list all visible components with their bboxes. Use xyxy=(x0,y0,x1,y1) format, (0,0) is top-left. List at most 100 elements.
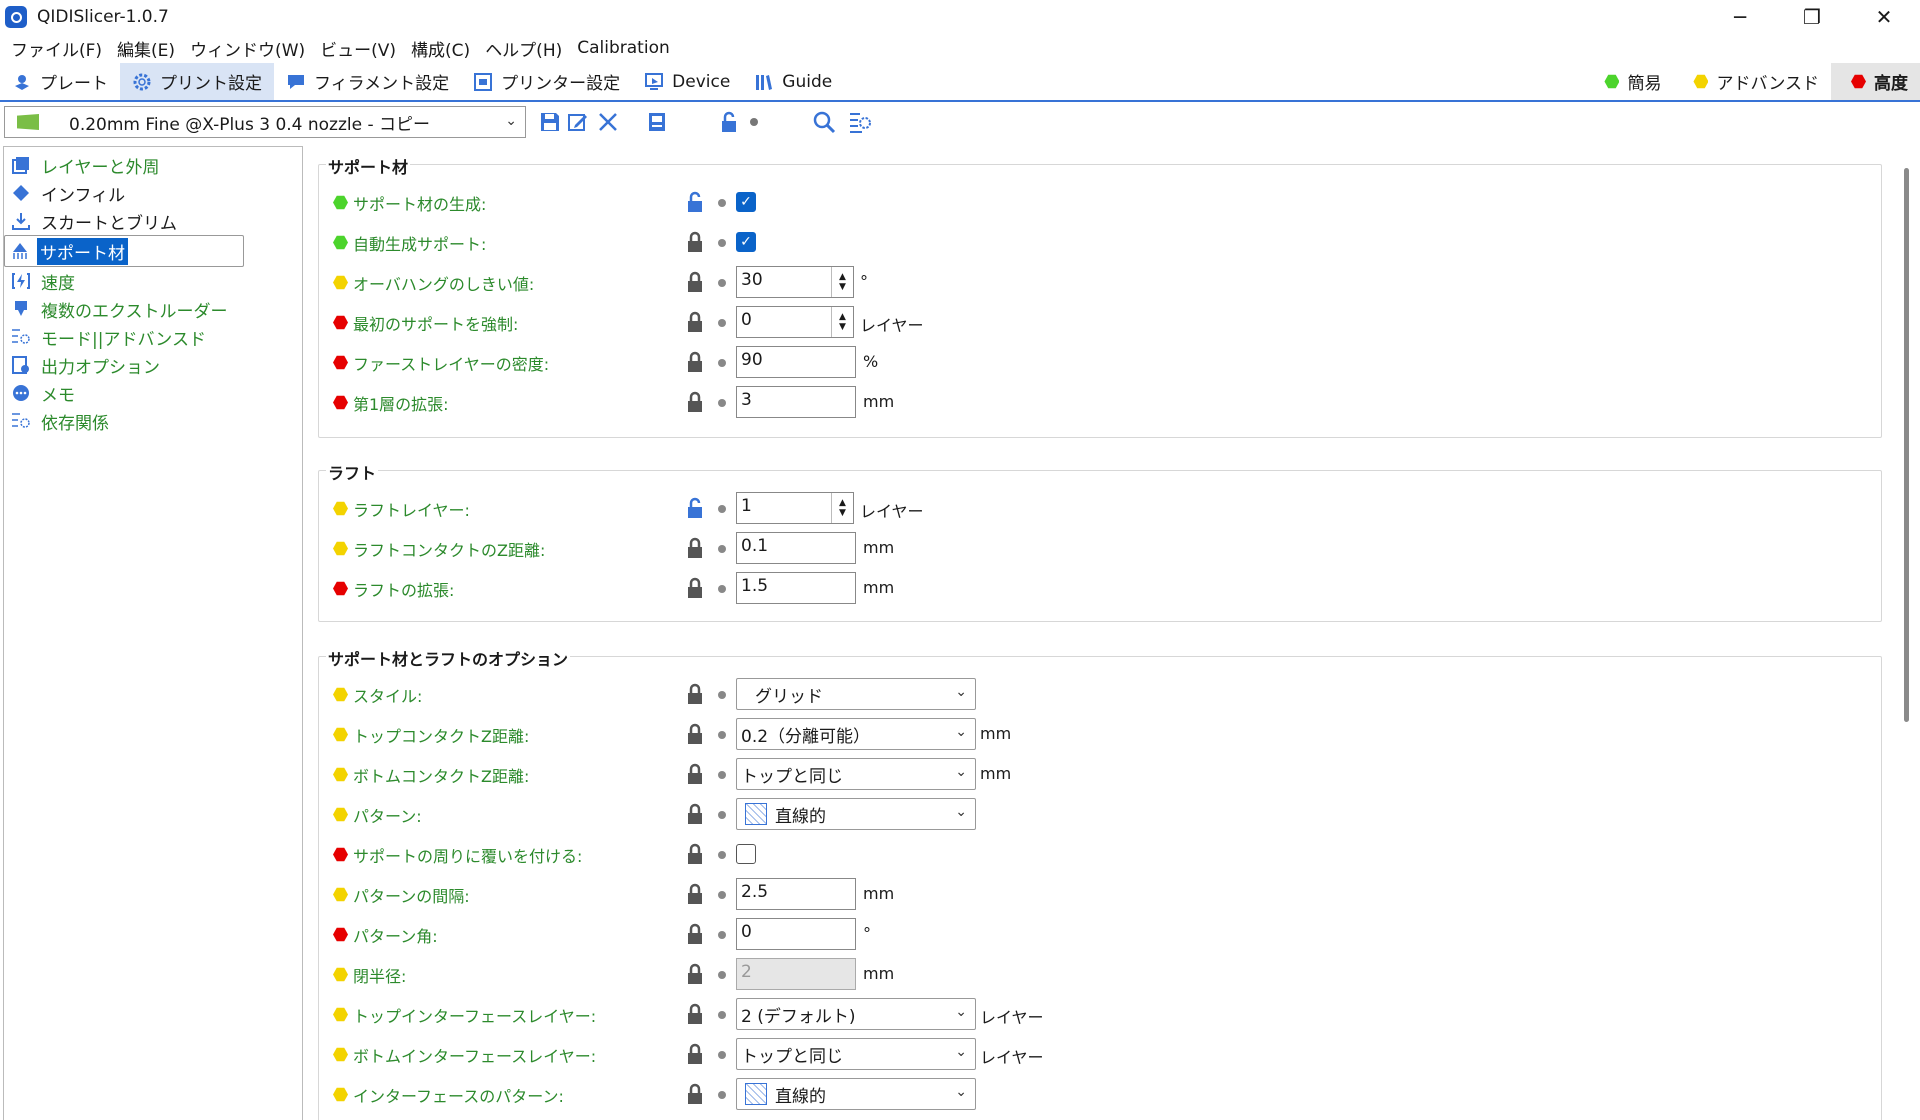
lock-icon[interactable] xyxy=(684,391,706,413)
sidebar-item-multiple-extruders[interactable]: 複数のエクストルーダー xyxy=(4,295,302,323)
reset-dot[interactable] xyxy=(718,1091,726,1099)
menu-help[interactable]: ヘルプ(H) xyxy=(485,36,562,61)
save-icon[interactable] xyxy=(536,108,564,136)
lock-icon[interactable] xyxy=(684,683,706,705)
first-layer-density-input[interactable]: 90 xyxy=(736,346,856,378)
menu-window[interactable]: ウィンドウ(W) xyxy=(190,36,305,61)
reset-dot[interactable] xyxy=(718,319,726,327)
sidebar-item-skirt-brim[interactable]: スカートとブリム xyxy=(4,207,302,235)
pattern-dropdown[interactable]: 直線的 ⌄ xyxy=(736,798,976,830)
scrollbar-thumb[interactable] xyxy=(1904,168,1909,722)
delete-icon[interactable] xyxy=(594,108,622,136)
lock-icon[interactable] xyxy=(684,883,706,905)
sidebar-item-advanced[interactable]: モード||アドバンスド xyxy=(4,323,302,351)
reset-dot[interactable] xyxy=(718,891,726,899)
vertical-scrollbar[interactable] xyxy=(1898,146,1912,1120)
settings-list-icon[interactable] xyxy=(846,108,874,136)
lock-open-icon[interactable] xyxy=(684,497,706,519)
lock-icon[interactable] xyxy=(684,577,706,599)
reset-dot[interactable] xyxy=(718,851,726,859)
lock-icon[interactable] xyxy=(684,723,706,745)
lock-icon[interactable] xyxy=(684,1043,706,1065)
overhang-threshold-input[interactable]: 30 ▲ ▼ xyxy=(736,266,854,298)
reset-dot[interactable] xyxy=(718,399,726,407)
menu-calibration[interactable]: Calibration xyxy=(577,38,670,58)
tab-printer-settings[interactable]: プリンター設定 xyxy=(461,63,632,100)
tab-guide[interactable]: Guide xyxy=(742,63,844,100)
lock-icon[interactable] xyxy=(684,537,706,559)
reset-dot[interactable] xyxy=(718,771,726,779)
minimize-button[interactable]: ─ xyxy=(1704,0,1776,34)
menu-view[interactable]: ビュー(V) xyxy=(320,36,396,61)
bottom-interface-layers-dropdown[interactable]: トップと同じ ⌄ xyxy=(736,1038,976,1070)
lock-icon[interactable] xyxy=(684,271,706,293)
enforce-layers-input[interactable]: 0 ▲ ▼ xyxy=(736,306,854,338)
first-layer-expansion-input[interactable]: 3 xyxy=(736,386,856,418)
generate-support-checkbox[interactable]: ✓ xyxy=(736,192,756,212)
reset-dot[interactable] xyxy=(718,239,726,247)
preset-dropdown[interactable]: 0.20mm Fine @X-Plus 3 0.4 nozzle - コピー ⌄ xyxy=(4,106,526,138)
reset-dot[interactable] xyxy=(718,279,726,287)
sidebar-item-speed[interactable]: 速度 xyxy=(4,267,302,295)
lock-icon[interactable] xyxy=(684,1003,706,1025)
lock-icon[interactable] xyxy=(684,311,706,333)
lock-open-icon[interactable] xyxy=(715,108,743,136)
menu-file[interactable]: ファイル(F) xyxy=(11,36,102,61)
reset-dot[interactable] xyxy=(718,585,726,593)
lock-icon[interactable] xyxy=(684,231,706,253)
search-icon[interactable] xyxy=(810,108,838,136)
auto-support-checkbox[interactable]: ✓ xyxy=(736,232,756,252)
reset-dot[interactable] xyxy=(718,545,726,553)
lock-open-icon[interactable] xyxy=(684,191,706,213)
reset-dot[interactable] xyxy=(718,731,726,739)
spin-buttons[interactable]: ▲ ▼ xyxy=(831,307,853,337)
menu-configuration[interactable]: 構成(C) xyxy=(411,36,470,61)
reset-dot[interactable] xyxy=(718,811,726,819)
style-dropdown[interactable]: グリッド ⌄ xyxy=(736,678,976,710)
reset-dot[interactable] xyxy=(718,1011,726,1019)
sidebar-item-support[interactable]: サポート材 xyxy=(4,235,244,267)
interface-pattern-dropdown[interactable]: 直線的 ⌄ xyxy=(736,1078,976,1110)
reset-dot[interactable] xyxy=(718,505,726,513)
top-interface-layers-dropdown[interactable]: 2 (デフォルト) ⌄ xyxy=(736,998,976,1030)
tab-print-settings[interactable]: プリント設定 xyxy=(120,63,274,100)
pattern-angle-input[interactable]: 0 xyxy=(736,918,856,950)
raft-expansion-input[interactable]: 1.5 xyxy=(736,572,856,604)
with-sheath-checkbox[interactable] xyxy=(736,844,756,864)
mode-advanced[interactable]: アドバンスド xyxy=(1673,63,1831,100)
close-button[interactable]: ✕ xyxy=(1848,0,1920,34)
compare-icon[interactable] xyxy=(643,108,671,136)
sidebar-item-infill[interactable]: インフィル xyxy=(4,179,302,207)
lock-icon[interactable] xyxy=(684,843,706,865)
top-contact-z-dropdown[interactable]: 0.2（分離可能） ⌄ xyxy=(736,718,976,750)
raft-layers-input[interactable]: 1 ▲ ▼ xyxy=(736,492,854,524)
bottom-contact-z-dropdown[interactable]: トップと同じ ⌄ xyxy=(736,758,976,790)
mode-expert[interactable]: 高度 xyxy=(1831,63,1920,100)
menu-edit[interactable]: 編集(E) xyxy=(117,36,175,61)
lock-icon[interactable] xyxy=(684,351,706,373)
sidebar-item-dependencies[interactable]: 依存関係 xyxy=(4,407,302,435)
pattern-spacing-input[interactable]: 2.5 xyxy=(736,878,856,910)
reset-dot[interactable] xyxy=(718,199,726,207)
tab-filament-settings[interactable]: フィラメント設定 xyxy=(274,63,461,100)
mode-simple[interactable]: 簡易 xyxy=(1584,63,1673,100)
reset-dot[interactable] xyxy=(718,359,726,367)
sidebar-item-layers-perimeters[interactable]: レイヤーと外周 xyxy=(4,151,302,179)
rename-icon[interactable] xyxy=(564,108,592,136)
lock-icon[interactable] xyxy=(684,763,706,785)
spin-buttons[interactable]: ▲ ▼ xyxy=(831,267,853,297)
restore-button[interactable]: ❐ xyxy=(1776,0,1848,34)
tab-plate[interactable]: プレート xyxy=(0,63,120,100)
sidebar-item-output-options[interactable]: 出力オプション xyxy=(4,351,302,379)
reset-dot[interactable] xyxy=(718,931,726,939)
tab-device[interactable]: Device xyxy=(632,63,742,100)
sidebar-item-notes[interactable]: メモ xyxy=(4,379,302,407)
raft-contact-z-input[interactable]: 0.1 xyxy=(736,532,856,564)
reset-dot[interactable] xyxy=(718,691,726,699)
lock-icon[interactable] xyxy=(684,963,706,985)
reset-dot[interactable] xyxy=(718,1051,726,1059)
lock-icon[interactable] xyxy=(684,1083,706,1105)
lock-icon[interactable] xyxy=(684,803,706,825)
lock-icon[interactable] xyxy=(684,923,706,945)
spin-buttons[interactable]: ▲ ▼ xyxy=(831,493,853,523)
